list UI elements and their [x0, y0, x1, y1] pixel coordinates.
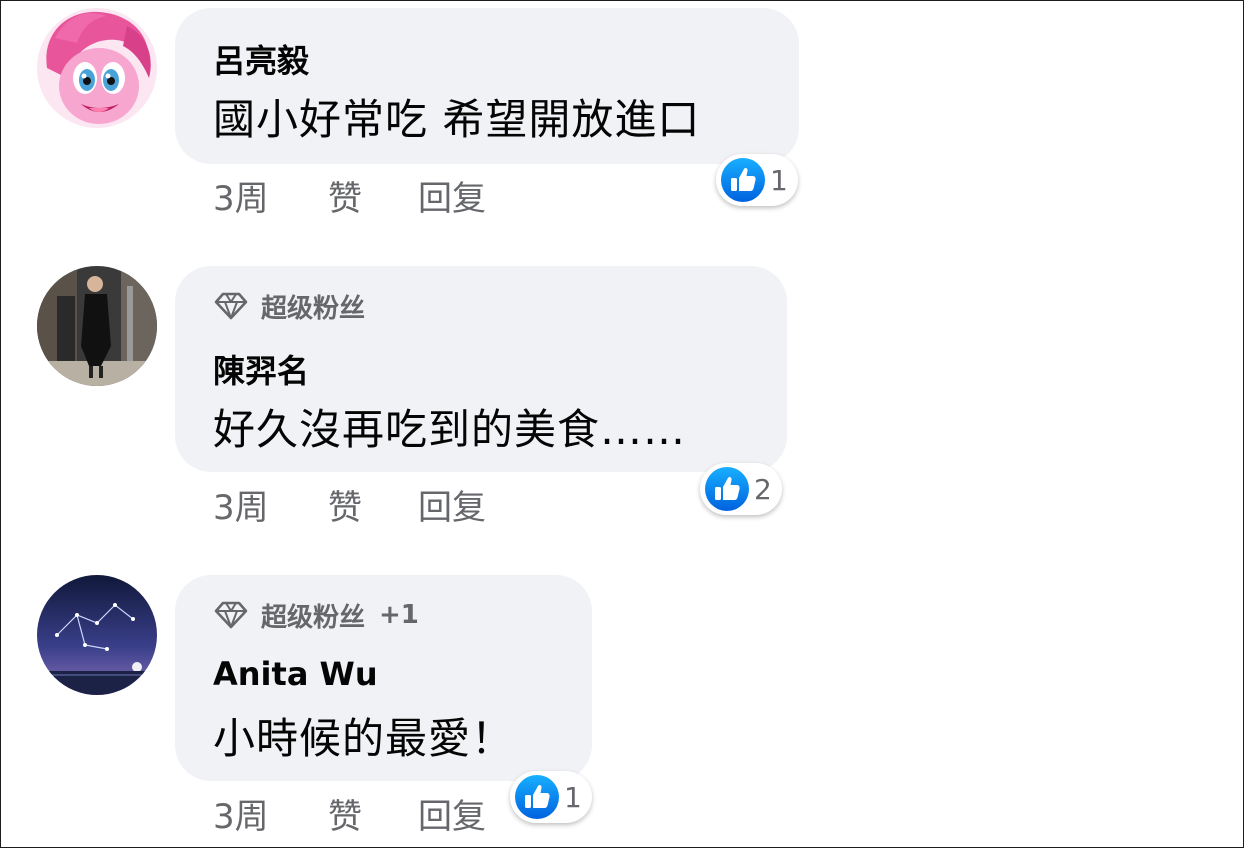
- comment-time[interactable]: 3周: [213, 480, 328, 529]
- fan-badge-label: 超级粉丝: [261, 293, 366, 324]
- comment-author[interactable]: Anita Wu: [213, 655, 378, 693]
- comment-actions: 3周 赞 回复: [213, 793, 486, 837]
- comment-time[interactable]: 3周: [213, 789, 328, 838]
- comment-bubble: 呂亮毅 國小好常吃 希望開放進口: [175, 8, 799, 164]
- thumbs-up-icon: [515, 775, 559, 819]
- reaction-count: 1: [564, 780, 582, 814]
- like-button[interactable]: 赞: [328, 789, 418, 838]
- comment-bubble: 超级粉丝 +1 Anita Wu 小時候的最愛！: [175, 575, 592, 781]
- comment-bubble: 超级粉丝 陳羿名 好久沒再吃到的美食……: [175, 266, 787, 472]
- diamond-icon: [214, 601, 248, 629]
- diamond-icon: [214, 292, 248, 320]
- pony-avatar-icon: [37, 8, 157, 128]
- like-button[interactable]: 赞: [328, 171, 418, 220]
- fan-badge: 超级粉丝: [213, 288, 365, 324]
- reaction-count: 1: [770, 163, 788, 197]
- comment-actions: 3周 赞 回复: [213, 175, 486, 219]
- fan-badge-extra: +1: [379, 600, 419, 630]
- person-photo-avatar-icon: [37, 266, 157, 386]
- reaction-count: 2: [754, 472, 772, 506]
- reply-button[interactable]: 回复: [418, 480, 486, 529]
- like-button[interactable]: 赞: [328, 480, 418, 529]
- avatar[interactable]: [37, 575, 157, 695]
- fan-badge-label: 超级粉丝: [261, 602, 366, 633]
- thumbs-up-icon: [721, 158, 765, 202]
- avatar[interactable]: [37, 8, 157, 128]
- reply-button[interactable]: 回复: [418, 789, 486, 838]
- reaction-count-chip[interactable]: 2: [700, 463, 782, 515]
- comment-author[interactable]: 陳羿名: [213, 346, 309, 392]
- comment-author[interactable]: 呂亮毅: [213, 36, 309, 82]
- comment-text: 好久沒再吃到的美食……: [213, 405, 687, 454]
- reply-button[interactable]: 回复: [418, 171, 486, 220]
- comment-actions: 3周 赞 回复: [213, 484, 486, 528]
- fan-badge: 超级粉丝 +1: [213, 597, 419, 633]
- reaction-count-chip[interactable]: 1: [716, 154, 798, 206]
- comment-time[interactable]: 3周: [213, 171, 328, 220]
- constellation-avatar-icon: [37, 575, 157, 695]
- reaction-count-chip[interactable]: 1: [510, 771, 592, 823]
- comment-text: 國小好常吃 希望開放進口: [213, 95, 701, 144]
- thumbs-up-icon: [705, 467, 749, 511]
- comment-text: 小時候的最愛！: [213, 714, 515, 763]
- avatar[interactable]: [37, 266, 157, 386]
